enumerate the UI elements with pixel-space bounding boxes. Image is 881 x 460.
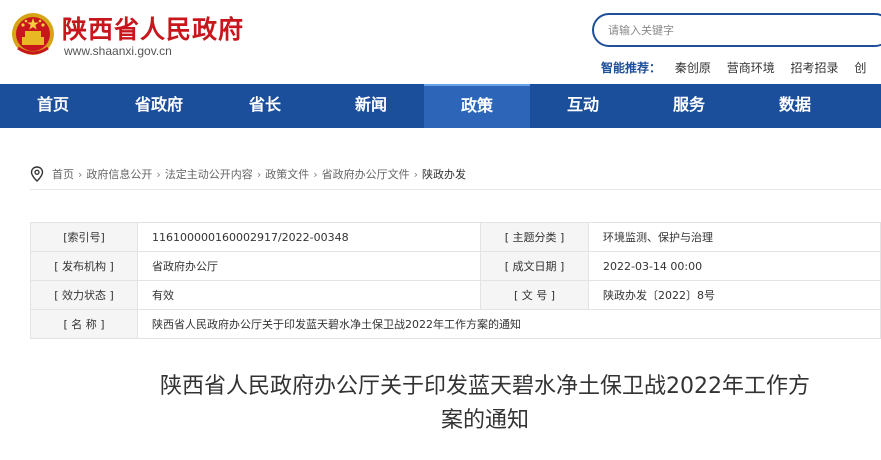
breadcrumb-separator: › <box>413 167 419 181</box>
date-label: [ 成文日期 ] <box>480 251 589 281</box>
search-input[interactable] <box>608 15 868 45</box>
site-name[interactable]: 陕西省人民政府 <box>62 10 244 46</box>
breadcrumb-current[interactable]: 陕政办发 <box>422 166 466 182</box>
index-label: [索引号] <box>30 222 138 252</box>
breadcrumb: 首页 › 政府信息公开 › 法定主动公开内容 › 政策文件 › 省政府办公厅文件… <box>30 166 466 182</box>
site-header: 陕西省人民政府 www.shaanxi.gov.cn 智能推荐： 秦创原 营商环… <box>0 0 881 84</box>
main-nav: 首页 省政府 省长 新闻 政策 互动 服务 数据 <box>0 84 881 128</box>
breadcrumb-info-disclosure[interactable]: 政府信息公开 <box>86 166 152 182</box>
name-value: 陕西省人民政府办公厅关于印发蓝天碧水净土保卫战2022年工作方案的通知 <box>137 309 881 339</box>
nav-news[interactable]: 新闻 <box>318 84 424 128</box>
document-info-table: [索引号] 11610000016000291​7/2022-00348 [ 主… <box>30 222 881 339</box>
topic-label: [ 主题分类 ] <box>480 222 589 252</box>
name-label: [ 名 称 ] <box>30 309 138 339</box>
nav-interaction[interactable]: 互动 <box>530 84 636 128</box>
nav-service[interactable]: 服务 <box>636 84 742 128</box>
nav-home[interactable]: 首页 <box>0 84 106 128</box>
recommend-link-recruitment[interactable]: 招考招录 <box>791 61 839 75</box>
recommend-link-business-environment[interactable]: 营商环境 <box>727 61 775 75</box>
table-row: [索引号] 11610000016000291​7/2022-00348 [ 主… <box>30 222 881 252</box>
nav-governor[interactable]: 省长 <box>212 84 318 128</box>
publisher-value: 省政府办公厅 <box>137 251 481 281</box>
search-box <box>592 13 881 47</box>
recommend-label: 智能推荐： <box>601 61 662 75</box>
status-value: 有效 <box>137 280 481 310</box>
breadcrumb-home[interactable]: 首页 <box>52 166 74 182</box>
nav-provincial-government[interactable]: 省政府 <box>106 84 212 128</box>
national-emblem-icon[interactable] <box>10 10 56 58</box>
index-value: 11610000016000291​7/2022-00348 <box>137 222 481 252</box>
recommend-link-more[interactable]: 创 <box>854 61 866 75</box>
breadcrumb-separator: › <box>313 167 318 181</box>
topic-value: 环境监测、保护与治理 <box>588 222 881 252</box>
status-label: [ 效力状态 ] <box>30 280 138 310</box>
breadcrumb-separator: › <box>256 167 262 181</box>
document-title-line2: 案的通知 <box>440 408 529 433</box>
breadcrumb-office-documents[interactable]: 省政府办公厅文件 <box>322 166 410 182</box>
table-row: [ 效力状态 ] 有效 [ 文 号 ] 陕政办发〔2022〕8号 <box>30 280 881 310</box>
breadcrumb-divider <box>30 189 881 190</box>
breadcrumb-separator: › <box>156 167 161 181</box>
breadcrumb-separator: › <box>78 167 83 181</box>
recommend-link-qinchuangyuan[interactable]: 秦创原 <box>675 61 711 75</box>
docno-label: [ 文 号 ] <box>480 280 589 310</box>
document-title: 陕西省人民政府办公厅关于印发蓝天碧水净土保卫战2022年工作方 案的通知 <box>90 370 880 438</box>
breadcrumb-statutory-disclosure[interactable]: 法定主动公开内容 <box>165 166 253 182</box>
table-row: [ 发布机构 ] 省政府办公厅 [ 成文日期 ] 2022-03-14 00:0… <box>30 251 881 281</box>
site-url: www.shaanxi.gov.cn <box>64 44 172 58</box>
document-title-line1: 陕西省人民政府办公厅关于印发蓝天碧水净土保卫战2022年工作方 <box>160 374 810 399</box>
table-row: [ 名 称 ] 陕西省人民政府办公厅关于印发蓝天碧水净土保卫战2022年工作方案… <box>30 309 881 339</box>
nav-policy[interactable]: 政策 <box>424 84 530 128</box>
date-value: 2022-03-14 00:00 <box>588 251 881 281</box>
location-pin-icon <box>30 166 44 182</box>
docno-value: 陕政办发〔2022〕8号 <box>588 280 881 310</box>
nav-data[interactable]: 数据 <box>742 84 848 128</box>
smart-recommend: 智能推荐： 秦创原 营商环境 招考招录 创 <box>601 59 878 76</box>
publisher-label: [ 发布机构 ] <box>30 251 138 281</box>
breadcrumb-policy-documents[interactable]: 政策文件 <box>265 166 309 182</box>
